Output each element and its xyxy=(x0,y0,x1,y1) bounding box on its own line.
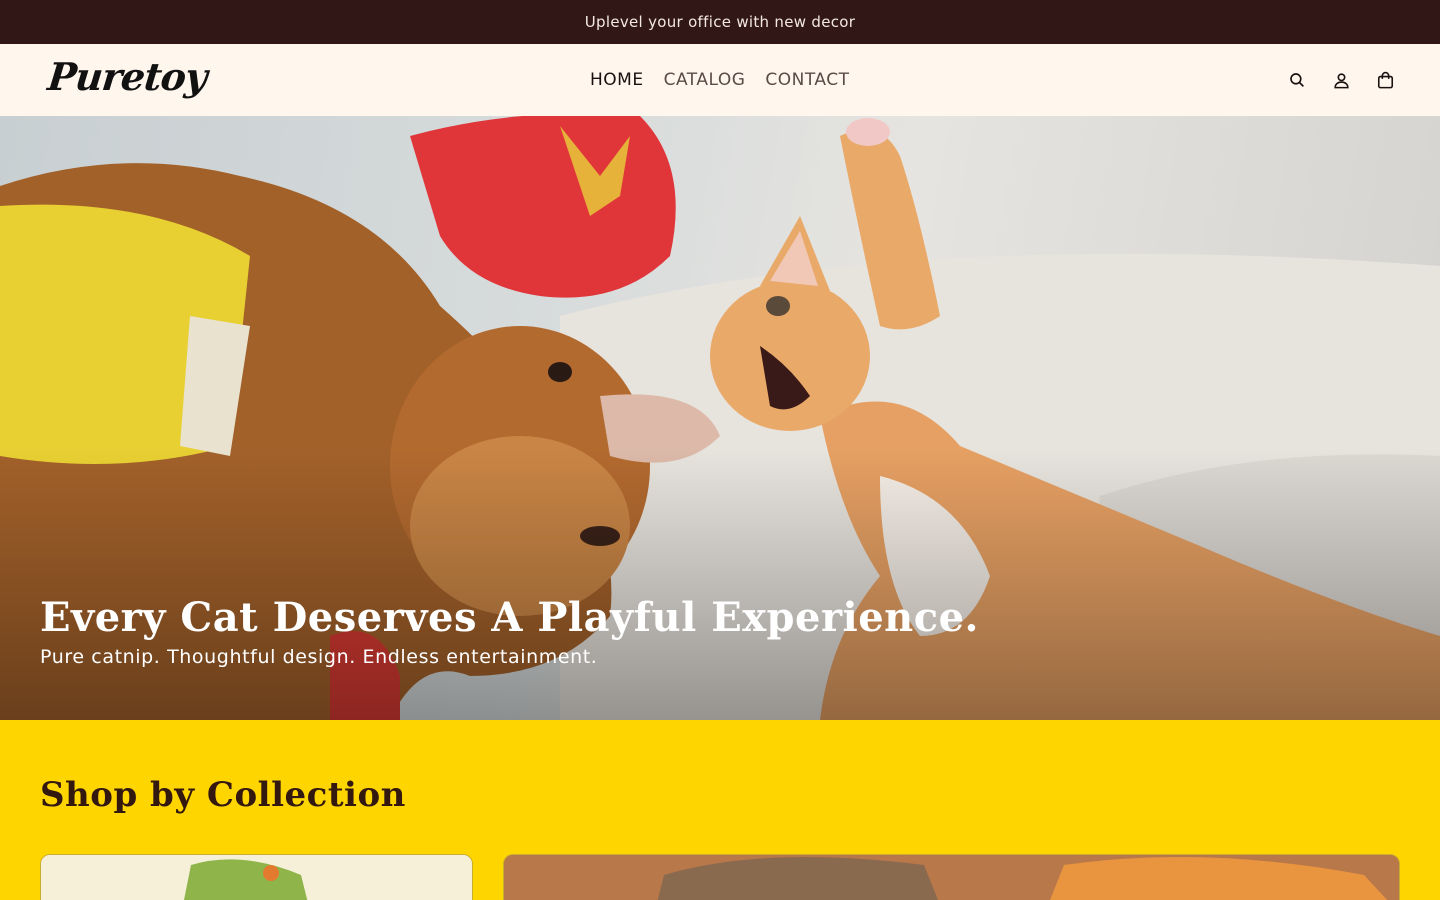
header-icons xyxy=(1286,69,1396,91)
search-button[interactable] xyxy=(1286,69,1308,91)
collection-card[interactable] xyxy=(503,854,1400,900)
logo[interactable]: Puretoy xyxy=(46,54,209,99)
announcement-text: Uplevel your office with new decor xyxy=(584,13,856,31)
announcement-bar: Uplevel your office with new decor xyxy=(0,0,1440,44)
collections-heading: Shop by Collection xyxy=(40,775,406,815)
search-icon xyxy=(1290,73,1304,87)
cart-icon xyxy=(1377,71,1393,88)
account-icon xyxy=(1333,72,1349,88)
hero-title: Every Cat Deserves A Playful Experience. xyxy=(40,594,979,641)
nav-contact[interactable]: CONTACT xyxy=(765,70,849,90)
site-header: Puretoy HOME CATALOG CONTACT xyxy=(0,44,1440,116)
hero-banner: Every Cat Deserves A Playful Experience.… xyxy=(0,116,1440,720)
collection-image xyxy=(504,855,1399,900)
main-nav: HOME CATALOG CONTACT xyxy=(590,70,850,90)
cart-button[interactable] xyxy=(1374,69,1396,91)
nav-catalog[interactable]: CATALOG xyxy=(664,70,746,90)
hero-subtitle: Pure catnip. Thoughtful design. Endless … xyxy=(40,646,598,668)
collections-section: Shop by Collection xyxy=(0,720,1440,900)
collection-image xyxy=(41,855,472,900)
account-button[interactable] xyxy=(1330,69,1352,91)
nav-home[interactable]: HOME xyxy=(590,70,644,90)
collection-card[interactable] xyxy=(40,854,473,900)
